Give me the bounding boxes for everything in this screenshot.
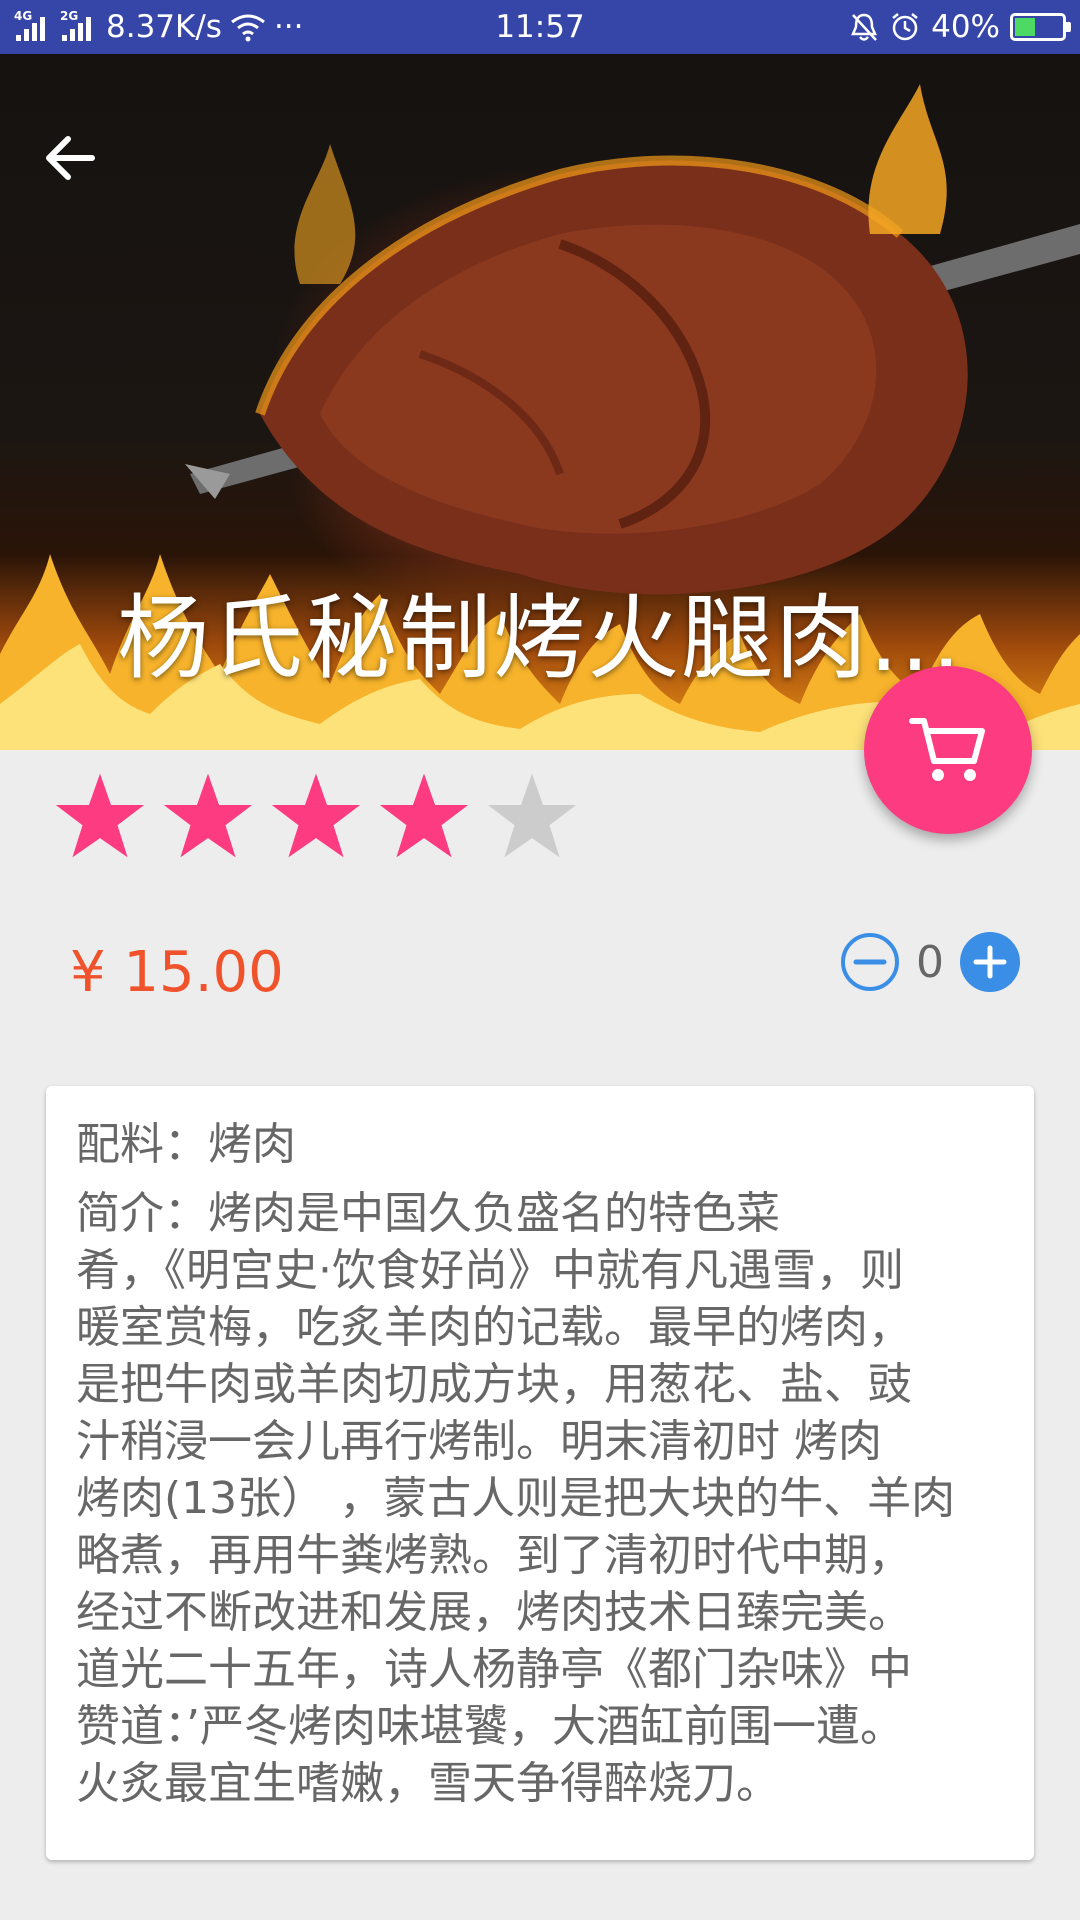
decrease-quantity-button[interactable] <box>840 932 900 992</box>
dish-hero-image: 杨氏秘制烤火腿肉... <box>0 54 1080 750</box>
signal-icon: 2G <box>60 9 98 43</box>
network-speed: 8.37K/s <box>106 9 222 45</box>
bell-muted-icon <box>851 13 878 41</box>
details-card: 配料：烤肉 简介：烤肉是中国久负盛名的特色菜肴，《明宫史·饮食好尚》中就有凡遇雪… <box>46 1086 1034 1860</box>
arrow-left-icon <box>46 136 95 180</box>
more-indicator: ··· <box>273 9 304 45</box>
star-empty-icon[interactable] <box>486 770 578 862</box>
quantity-stepper: 0 <box>840 932 1020 992</box>
shopping-cart-icon <box>909 718 985 781</box>
description-line: 暖室赏梅，吃炙羊肉的记载。最早的烤肉， <box>76 1302 912 1353</box>
price: ¥ 15.00 <box>70 940 284 1005</box>
description-line: 烤肉(13张） ，蒙古人则是把大块的牛、羊肉 <box>76 1473 956 1524</box>
description-line: 经过不断改进和发展，烤肉技术日臻完美。 <box>76 1587 912 1638</box>
status-right: 40% <box>849 0 1071 54</box>
star-filled-icon[interactable] <box>162 770 254 862</box>
description-line: 汁稍浸一会儿再行烤制。明末清初时 烤肉 <box>76 1416 882 1467</box>
description-line: 简介：烤肉是中国久负盛名的特色菜 <box>76 1188 780 1239</box>
star-filled-icon[interactable] <box>378 770 470 862</box>
quantity-value: 0 <box>916 936 944 988</box>
back-button[interactable] <box>44 134 124 214</box>
description-line: 略煮，再用牛粪烤熟。到了清初时代中期， <box>76 1530 912 1581</box>
network-type-1: 4G <box>14 9 33 23</box>
minus-circle-icon <box>841 933 899 991</box>
description-text: 简介：烤肉是中国久负盛名的特色菜肴，《明宫史·饮食好尚》中就有凡遇雪，则 暖室赏梅… <box>76 1185 1004 1812</box>
star-filled-icon[interactable] <box>54 770 146 862</box>
star-filled-icon[interactable] <box>270 770 362 862</box>
status-time: 11:57 <box>495 9 585 45</box>
rating-bar[interactable] <box>54 770 578 862</box>
plus-circle-icon <box>960 932 1020 992</box>
alarm-icon <box>892 13 918 41</box>
network-type-2: 2G <box>60 9 79 23</box>
description-line: 赞道：’严冬烤肉味堪饕，大酒缸前围一遭。 <box>76 1701 904 1752</box>
battery-icon <box>1010 13 1071 41</box>
battery-percent: 40% <box>931 9 1000 45</box>
wifi-icon <box>231 14 265 42</box>
description-line: 火炙最宜生嗜嫩，雪天争得醉烧刀。 <box>76 1758 780 1809</box>
description-line: 道光二十五年，诗人杨静亭《都门杂味》中 <box>76 1644 912 1695</box>
signal-icon: 4G <box>14 9 52 43</box>
description-line: 肴，《明宫史·饮食好尚》中就有凡遇雪，则 <box>76 1245 904 1296</box>
status-left: 4G 2G 8.37K/s ··· <box>14 0 304 54</box>
ingredients-text: 配料：烤肉 <box>76 1119 296 1170</box>
status-bar: 4G 2G 8.37K/s ··· 11:57 40% <box>0 0 1080 54</box>
description-line: 是把牛肉或羊肉切成方块，用葱花、盐、豉 <box>76 1359 912 1410</box>
add-to-cart-button[interactable] <box>864 666 1032 834</box>
increase-quantity-button[interactable] <box>960 932 1020 992</box>
